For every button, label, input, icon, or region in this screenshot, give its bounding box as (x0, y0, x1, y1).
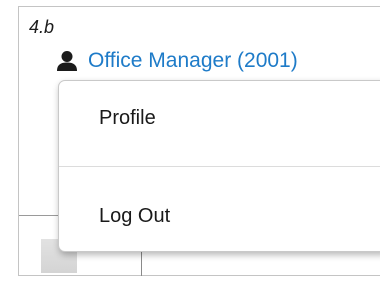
menu-divider (59, 166, 380, 167)
user-menu-toggle[interactable]: Office Manager (2001) (56, 46, 298, 76)
menu-item-log-out[interactable]: Log Out (99, 205, 170, 228)
user-dropdown-menu: Profile Log Out (58, 80, 380, 252)
background-divider (19, 215, 59, 216)
step-label: 4.b (29, 17, 55, 37)
menu-item-profile[interactable]: Profile (99, 107, 156, 130)
user-icon (56, 50, 78, 72)
user-name: Office Manager (2001) (88, 49, 298, 72)
